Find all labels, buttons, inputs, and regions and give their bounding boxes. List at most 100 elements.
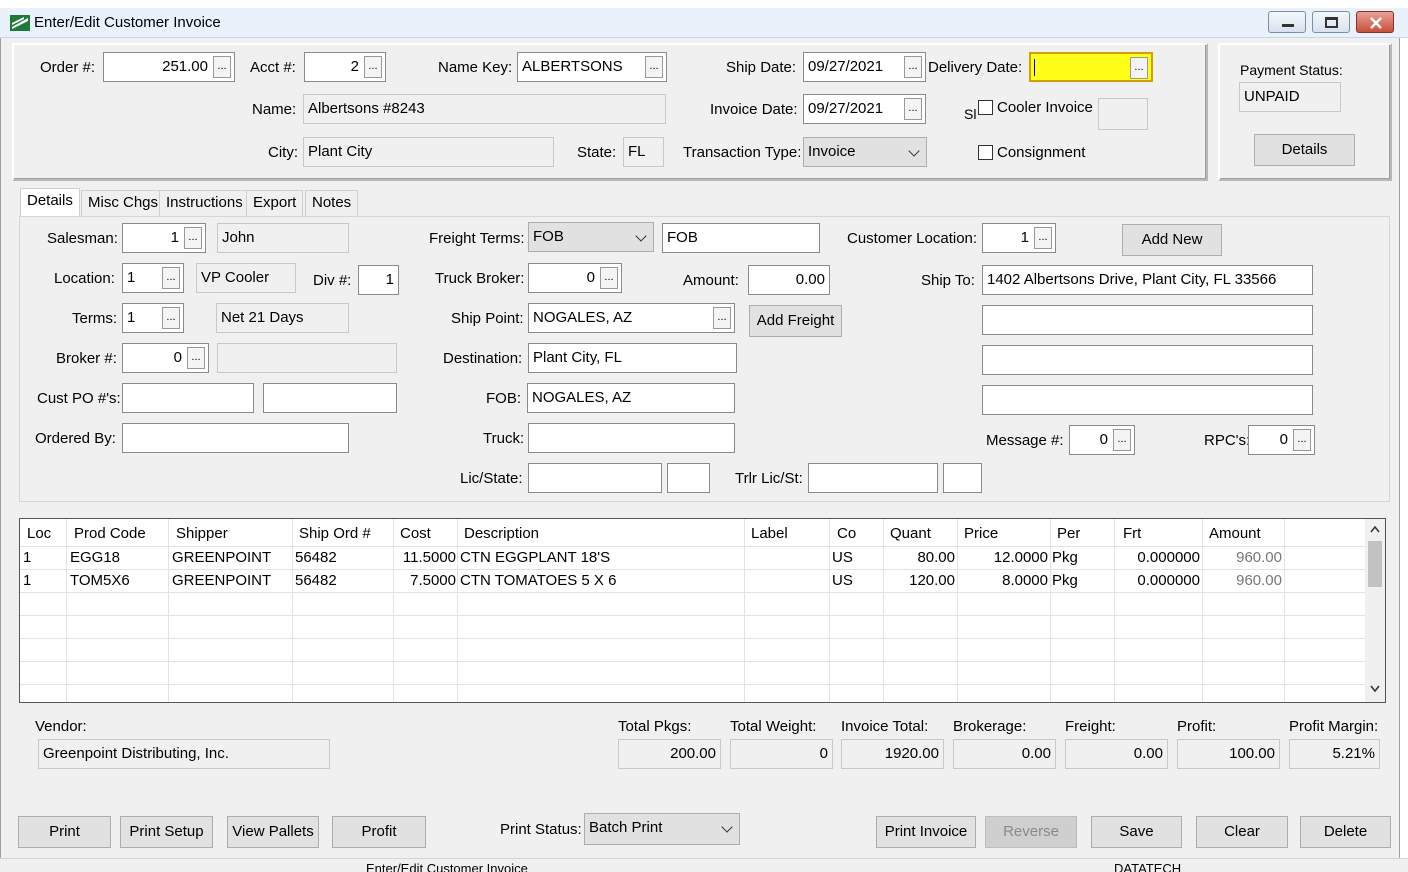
div-field[interactable]: 1 <box>358 265 399 295</box>
scroll-thumb[interactable] <box>1368 541 1382 587</box>
shipdate-picker-button[interactable]: ... <box>904 56 922 78</box>
freightterms-select[interactable]: FOB <box>528 222 654 252</box>
col-header-ship-ord[interactable]: Ship Ord # <box>299 525 371 542</box>
trlr-state-field[interactable] <box>943 463 982 493</box>
col-header-quant[interactable]: Quant <box>890 525 931 542</box>
col-header-prod-code[interactable]: Prod Code <box>74 525 146 542</box>
table-cell[interactable]: 960.00 <box>1205 549 1282 566</box>
custpo-field-1[interactable] <box>122 383 254 413</box>
scroll-down-icon[interactable] <box>1370 685 1380 693</box>
rpc-lookup-button[interactable]: ... <box>1293 429 1311 451</box>
col-header-price[interactable]: Price <box>964 525 998 542</box>
salesman-field[interactable]: 1 ... <box>122 223 206 253</box>
tab-details[interactable]: Details <box>20 188 80 216</box>
shipdate-field[interactable]: 09/27/2021 ... <box>803 52 926 82</box>
close-button[interactable] <box>1356 11 1394 33</box>
lic-state-field[interactable] <box>667 463 710 493</box>
table-cell[interactable]: 0.000000 <box>1117 572 1200 589</box>
location-lookup-button[interactable]: ... <box>162 267 180 289</box>
col-header-amount[interactable]: Amount <box>1209 525 1261 542</box>
add-freight-button[interactable]: Add Freight <box>749 305 842 337</box>
table-cell[interactable]: 11.5000 <box>397 549 456 566</box>
cooler-invoice-checkbox[interactable] <box>978 100 993 115</box>
truckbroker-lookup-button[interactable]: ... <box>600 267 618 289</box>
terms-lookup-button[interactable]: ... <box>162 307 180 329</box>
profit-button[interactable]: Profit <box>332 816 426 848</box>
table-cell[interactable]: US <box>832 549 853 566</box>
table-cell[interactable]: 7.5000 <box>397 572 456 589</box>
consignment-checkbox[interactable] <box>978 145 993 160</box>
tab-notes[interactable]: Notes <box>305 190 359 216</box>
acct-lookup-button[interactable]: ... <box>364 56 382 78</box>
save-button[interactable]: Save <box>1091 816 1182 848</box>
table-cell[interactable]: 0.000000 <box>1117 549 1200 566</box>
freightterms-text-field[interactable]: FOB <box>662 223 820 253</box>
col-header-frt[interactable]: Frt <box>1123 525 1141 542</box>
delete-button[interactable]: Delete <box>1300 816 1391 848</box>
shipto-line2-field[interactable] <box>982 305 1313 335</box>
table-cell[interactable]: 80.00 <box>886 549 955 566</box>
lic-field[interactable] <box>528 463 662 493</box>
shipto-line3-field[interactable] <box>982 345 1313 375</box>
salesman-lookup-button[interactable]: ... <box>184 227 202 249</box>
add-new-button[interactable]: Add New <box>1122 224 1222 256</box>
clear-button[interactable]: Clear <box>1196 816 1288 848</box>
col-header-shipper[interactable]: Shipper <box>176 525 228 542</box>
col-header-co[interactable]: Co <box>837 525 856 542</box>
table-cell[interactable]: EGG18 <box>70 549 120 566</box>
scroll-up-icon[interactable] <box>1370 525 1380 533</box>
deliverydate-picker-button[interactable]: ... <box>1130 57 1148 79</box>
acct-field[interactable]: 2 ... <box>304 52 386 82</box>
fob-field[interactable]: NOGALES, AZ <box>527 383 735 413</box>
table-cell[interactable]: Pkg <box>1052 572 1078 589</box>
tab-instructions[interactable]: Instructions <box>159 190 250 216</box>
shipto-line4-field[interactable] <box>982 385 1313 415</box>
broker-field[interactable]: 0 ... <box>122 343 209 373</box>
col-header-cost[interactable]: Cost <box>400 525 431 542</box>
reverse-button[interactable]: Reverse <box>985 816 1077 848</box>
table-cell[interactable]: 1 <box>23 572 31 589</box>
message-lookup-button[interactable]: ... <box>1113 429 1131 451</box>
line-items-grid[interactable]: Loc Prod Code Shipper Ship Ord # Cost De… <box>19 518 1386 703</box>
table-cell[interactable]: 1 <box>23 549 31 566</box>
truckbroker-field[interactable]: 0 ... <box>528 263 622 293</box>
orderedby-field[interactable] <box>122 423 349 453</box>
view-pallets-button[interactable]: View Pallets <box>227 816 319 848</box>
deliverydate-field[interactable]: ... <box>1029 52 1153 82</box>
namekey-lookup-button[interactable]: ... <box>645 56 663 78</box>
payment-details-button[interactable]: Details <box>1254 134 1355 166</box>
table-cell[interactable]: 960.00 <box>1205 572 1282 589</box>
table-cell[interactable]: 12.0000 <box>960 549 1048 566</box>
broker-lookup-button[interactable]: ... <box>187 347 205 369</box>
shippoint-field[interactable]: NOGALES, AZ ... <box>528 303 735 333</box>
invoicedate-field[interactable]: 09/27/2021 ... <box>803 94 926 124</box>
rpc-field[interactable]: 0 ... <box>1248 425 1315 455</box>
invoicedate-picker-button[interactable]: ... <box>904 98 922 120</box>
trlr-lic-field[interactable] <box>808 463 938 493</box>
order-lookup-button[interactable]: ... <box>213 56 231 78</box>
minimize-button[interactable] <box>1268 11 1306 33</box>
shippoint-lookup-button[interactable]: ... <box>713 307 731 329</box>
order-field[interactable]: 251.00 ... <box>103 52 235 82</box>
truck-field[interactable] <box>528 423 735 453</box>
tab-export[interactable]: Export <box>246 190 304 216</box>
tab-misc-chgs[interactable]: Misc Chgs <box>81 190 166 216</box>
message-field[interactable]: 0 ... <box>1069 425 1135 455</box>
col-header-label[interactable]: Label <box>751 525 788 542</box>
col-header-loc[interactable]: Loc <box>27 525 51 542</box>
table-cell[interactable]: 56482 <box>295 572 337 589</box>
table-cell[interactable]: TOM5X6 <box>70 572 130 589</box>
table-cell[interactable]: 56482 <box>295 549 337 566</box>
terms-field[interactable]: 1 ... <box>122 303 184 333</box>
col-header-description[interactable]: Description <box>464 525 539 542</box>
shipto-line1-field[interactable]: 1402 Albertsons Drive, Plant City, FL 33… <box>982 265 1313 295</box>
table-cell[interactable]: 120.00 <box>886 572 955 589</box>
table-cell[interactable]: GREENPOINT <box>172 549 271 566</box>
col-header-per[interactable]: Per <box>1057 525 1080 542</box>
print-setup-button[interactable]: Print Setup <box>120 816 213 848</box>
location-field[interactable]: 1 ... <box>122 263 184 293</box>
print-status-select[interactable]: Batch Print <box>584 813 740 845</box>
namekey-field[interactable]: ALBERTSONS ... <box>517 52 667 82</box>
table-cell[interactable]: GREENPOINT <box>172 572 271 589</box>
transtype-select[interactable]: Invoice <box>803 137 927 167</box>
